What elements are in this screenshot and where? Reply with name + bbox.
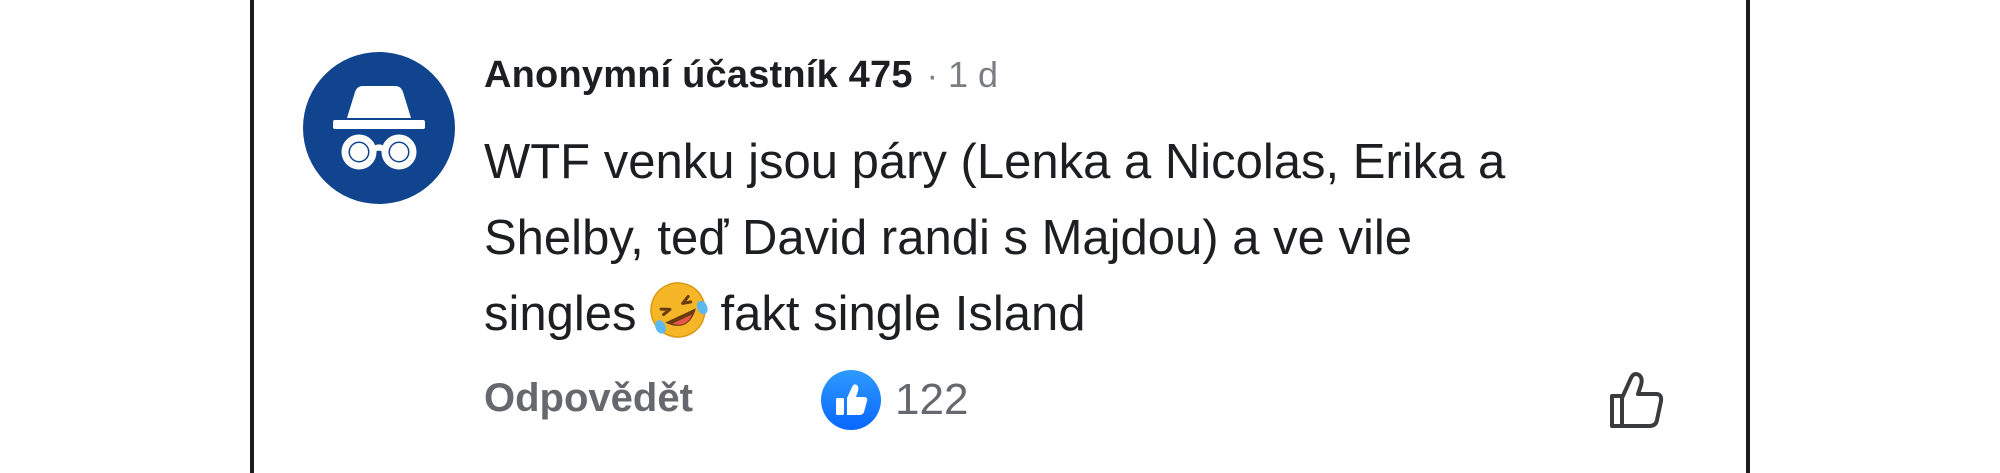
comment-card: Anonymní účastník 475 · 1 d WTF venku js… xyxy=(250,0,1750,473)
timestamp[interactable]: 1 d xyxy=(948,54,998,96)
comment-header: Anonymní účastník 475 · 1 d xyxy=(484,54,1684,110)
reply-button[interactable]: Odpovědět xyxy=(484,376,693,421)
reaction-count: 122 xyxy=(895,375,969,424)
separator-dot: · xyxy=(926,57,938,95)
comment-text: WTF venku jsou páry (Lenka a Nicolas, Er… xyxy=(484,124,1684,352)
comment-text-fragment: fakt single Island xyxy=(720,287,1086,341)
author-name[interactable]: Anonymní účastník 475 xyxy=(484,54,913,97)
comment-line: WTF venku jsou páry (Lenka a Nicolas, Er… xyxy=(484,135,1506,189)
reaction-summary[interactable]: 122 xyxy=(819,368,968,432)
comment-text-fragment: singles xyxy=(484,287,637,341)
thumbs-up-outline-icon[interactable] xyxy=(1604,368,1668,432)
incognito-icon xyxy=(333,86,425,170)
thumbs-up-icon xyxy=(821,370,881,430)
comment-body: Anonymní účastník 475 · 1 d WTF venku js… xyxy=(484,54,1684,352)
comment-line: Shelby, teď David randi s Majdou) a ve v… xyxy=(484,211,1412,265)
comment-line: singles fakt single Island xyxy=(484,276,1684,352)
comment-actions: Odpovědět 122 xyxy=(484,368,1684,430)
rolling-on-floor-laughing-icon xyxy=(649,282,708,338)
screen: Anonymní účastník 475 · 1 d WTF venku js… xyxy=(0,0,2000,473)
avatar[interactable] xyxy=(303,52,455,204)
